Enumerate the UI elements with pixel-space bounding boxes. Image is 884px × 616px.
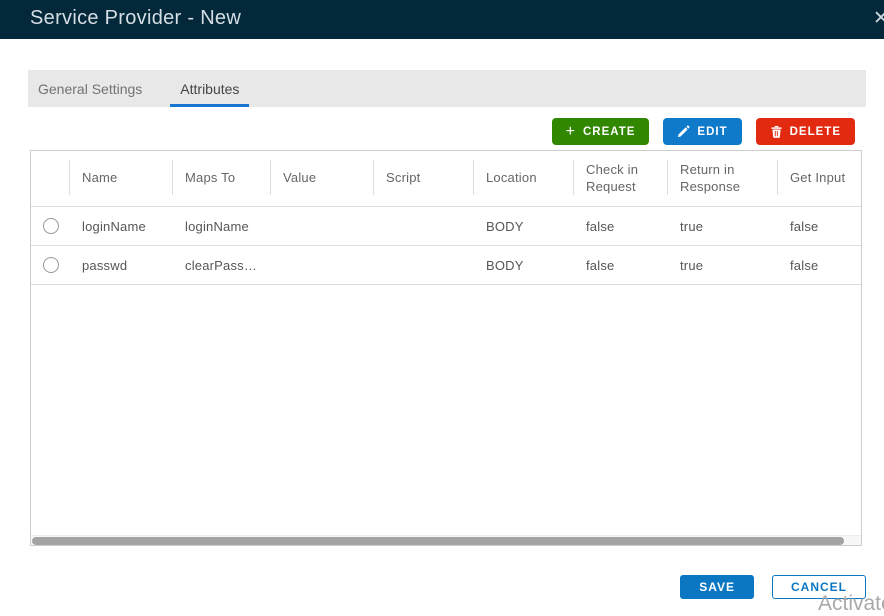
cell-name: loginName xyxy=(70,207,173,245)
cell-return-in-response: true xyxy=(668,246,778,284)
column-header-maps-to: Maps To xyxy=(173,151,271,206)
table-header-row: Name Maps To Value Script Location Check… xyxy=(31,151,861,206)
cell-script xyxy=(374,207,474,245)
cell-get-input: false xyxy=(778,246,863,284)
cell-value xyxy=(271,207,374,245)
cell-check-in-request: false xyxy=(574,207,668,245)
column-header-return-in-response: Return in Response xyxy=(668,151,778,206)
row-radio-button[interactable] xyxy=(43,257,59,273)
delete-button[interactable]: DELETE xyxy=(756,118,855,145)
dialog-header: Service Provider - New ✕ xyxy=(0,0,884,39)
table-row[interactable]: passwd clearPass… BODY false true false xyxy=(31,245,861,284)
cell-location: BODY xyxy=(474,207,574,245)
column-header-script: Script xyxy=(374,151,474,206)
create-button-label: CREATE xyxy=(583,126,635,138)
cell-script xyxy=(374,246,474,284)
table-empty-area xyxy=(31,284,861,535)
pencil-icon xyxy=(677,125,690,138)
cell-check-in-request: false xyxy=(574,246,668,284)
attributes-table: Name Maps To Value Script Location Check… xyxy=(30,150,862,546)
scrollbar-thumb[interactable] xyxy=(32,537,844,545)
service-provider-dialog: Service Provider - New ✕ General Setting… xyxy=(0,0,884,616)
tab-bar: General Settings Attributes xyxy=(28,70,866,107)
cell-location: BODY xyxy=(474,246,574,284)
cell-return-in-response: true xyxy=(668,207,778,245)
tab-attributes[interactable]: Attributes xyxy=(170,70,249,107)
column-header-select xyxy=(31,151,70,206)
column-header-get-input: Get Input xyxy=(778,151,863,206)
edit-button[interactable]: EDIT xyxy=(663,118,741,145)
save-button[interactable]: SAVE xyxy=(680,575,754,599)
create-button[interactable]: + CREATE xyxy=(552,118,650,145)
column-header-value: Value xyxy=(271,151,374,206)
row-select-cell xyxy=(31,207,70,245)
cell-maps-to: loginName xyxy=(173,207,271,245)
plus-icon: + xyxy=(566,124,576,140)
edit-button-label: EDIT xyxy=(697,126,727,138)
column-header-location: Location xyxy=(474,151,574,206)
trash-icon xyxy=(770,125,783,138)
table-row[interactable]: loginName loginName BODY false true fals… xyxy=(31,206,861,245)
column-header-name: Name xyxy=(70,151,173,206)
tab-general-settings[interactable]: General Settings xyxy=(28,70,152,107)
column-header-check-in-request: Check in Request xyxy=(574,151,668,206)
cell-name: passwd xyxy=(70,246,173,284)
cell-value xyxy=(271,246,374,284)
horizontal-scrollbar[interactable] xyxy=(31,535,861,545)
delete-button-label: DELETE xyxy=(790,126,841,138)
row-select-cell xyxy=(31,246,70,284)
dialog-title: Service Provider - New xyxy=(30,7,241,30)
close-icon[interactable]: ✕ xyxy=(873,8,884,30)
cell-get-input: false xyxy=(778,207,863,245)
row-radio-button[interactable] xyxy=(43,218,59,234)
activate-watermark: Activate xyxy=(818,592,884,616)
cell-maps-to: clearPass… xyxy=(173,246,271,284)
grid-toolbar: + CREATE EDIT DELETE xyxy=(552,118,855,145)
